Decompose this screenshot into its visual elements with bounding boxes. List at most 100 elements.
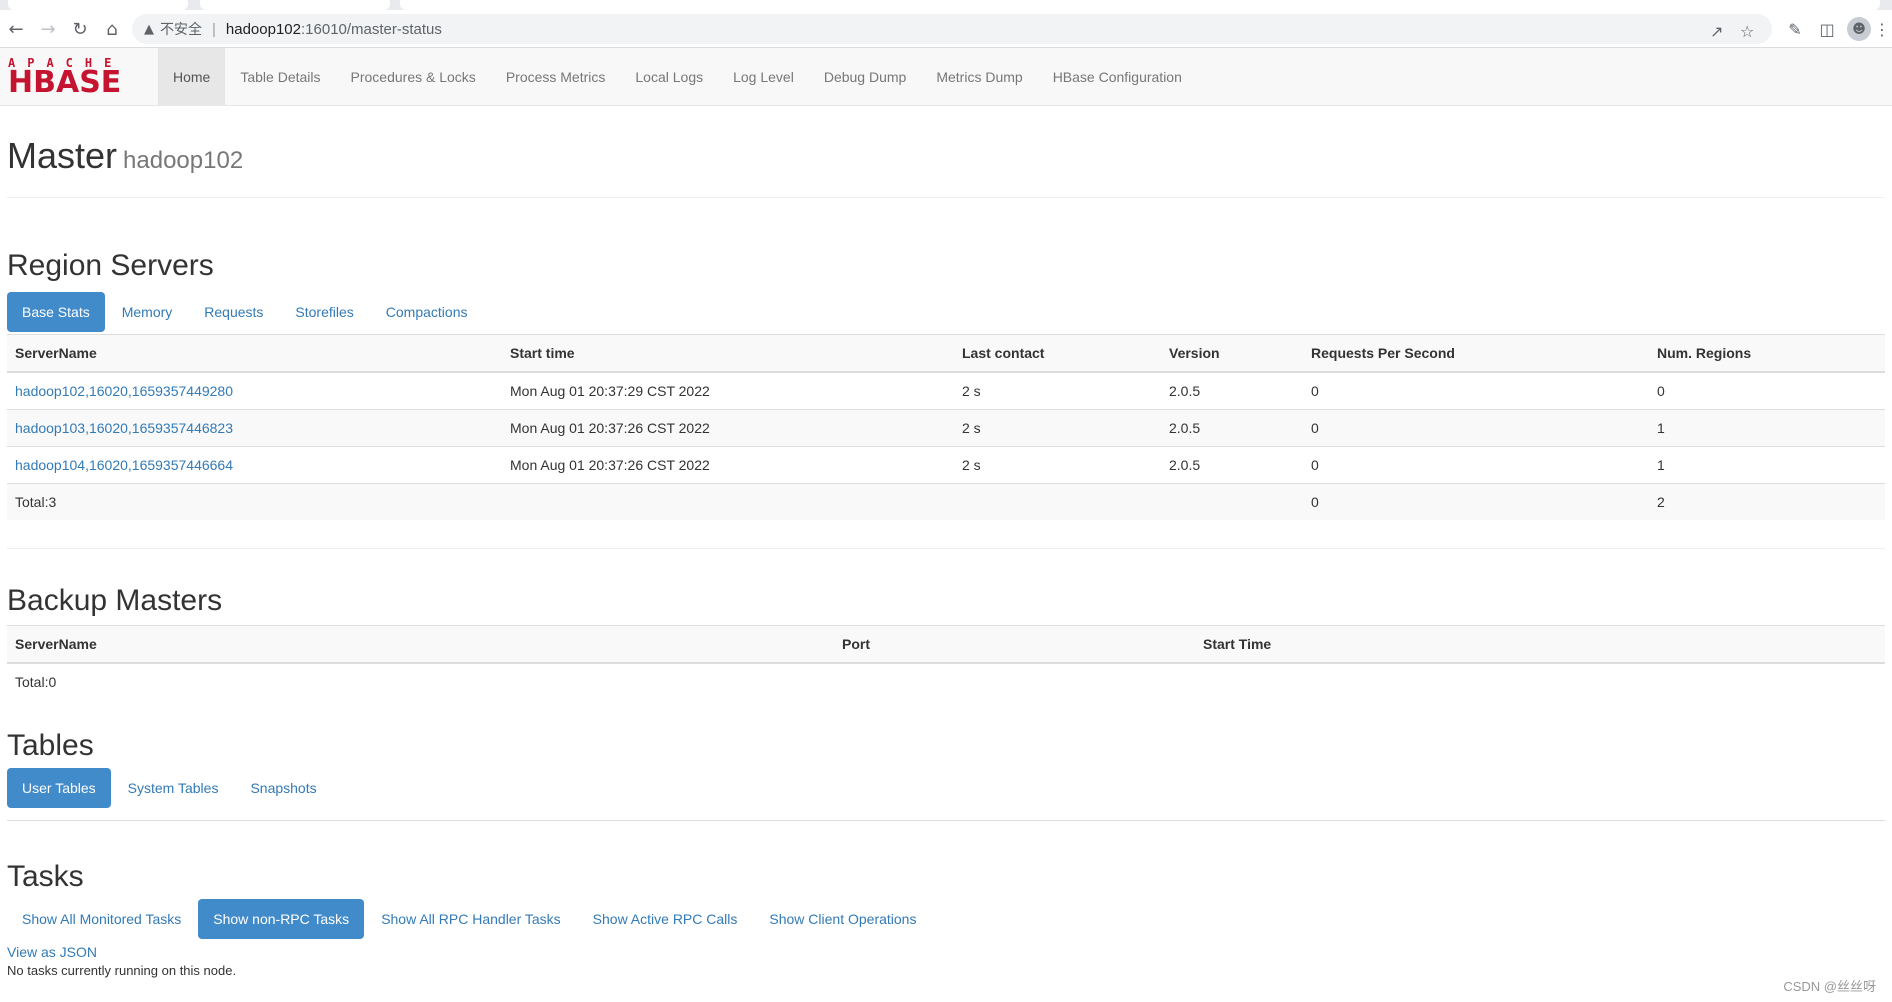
column-header: Requests Per Second (1303, 334, 1649, 373)
reload-icon[interactable]: ↻ (68, 17, 92, 41)
security-label: 不安全 (160, 22, 202, 38)
navbar-links: Home Table Details Procedures & Locks Pr… (158, 48, 1197, 106)
page-title-text: Master (7, 135, 118, 176)
table-row: hadoop103,16020,1659357446823 Mon Aug 01… (7, 409, 1885, 447)
table-cell: 1 (1649, 409, 1885, 447)
tab-snapshots[interactable]: Snapshots (235, 768, 331, 808)
tab-requests[interactable]: Requests (189, 292, 278, 332)
backup-masters-table: ServerName Port Start Time Total:0 (7, 625, 1885, 700)
tab-non-rpc-tasks[interactable]: Show non-RPC Tasks (198, 899, 365, 939)
table-cell: 0 (1303, 409, 1649, 447)
back-arrow-icon[interactable]: ← (4, 17, 28, 41)
view-as-json-link[interactable]: View as JSON (7, 944, 97, 960)
total-requests: 0 (1303, 483, 1649, 520)
tab-memory[interactable]: Memory (107, 292, 188, 332)
column-header: ServerName (7, 625, 834, 664)
hbase-logo[interactable]: APACHE HBASE (8, 56, 146, 100)
tables-heading: Tables (7, 729, 94, 762)
share-icon[interactable]: ↗ (1710, 22, 1723, 41)
tab-system-tables[interactable]: System Tables (113, 768, 234, 808)
view-json-row: View as JSON (7, 943, 1885, 961)
column-header: Num. Regions (1649, 334, 1885, 373)
address-bar[interactable]: ▲ 不安全 | hadoop102:16010/master-status ↗ … (132, 14, 1772, 44)
browser-toolbar: ← → ↻ ⌂ ▲ 不安全 | hadoop102:16010/master-s… (0, 10, 1892, 48)
tab-compactions[interactable]: Compactions (371, 292, 483, 332)
nav-table-details[interactable]: Table Details (225, 48, 335, 106)
table-header-row: ServerName Start time Last contact Versi… (7, 334, 1885, 373)
warning-icon: ▲ (144, 21, 154, 37)
table-row: hadoop102,16020,1659357449280 Mon Aug 01… (7, 371, 1885, 410)
region-servers-heading: Region Servers (7, 249, 214, 282)
tasks-status-text: No tasks currently running on this node. (7, 963, 237, 978)
tables-section: Tables User Tables System Tables Snapsho… (7, 728, 1885, 821)
nav-process-metrics[interactable]: Process Metrics (491, 48, 621, 106)
table-header-row: ServerName Port Start Time (7, 625, 1885, 664)
page-header: Master hadoop102 (7, 106, 1885, 198)
table-row: hadoop104,16020,1659357446664 Mon Aug 01… (7, 446, 1885, 484)
column-header: Start Time (1195, 625, 1885, 664)
column-header: Port (834, 625, 1195, 664)
server-link[interactable]: hadoop104,16020,1659357446664 (15, 457, 233, 473)
nav-home[interactable]: Home (158, 48, 226, 106)
table-total-row: Total:3 0 2 (7, 483, 1885, 520)
url-path: :16010/master-status (301, 20, 442, 38)
table-cell: 2 s (954, 371, 1161, 410)
total-regions: 2 (1649, 483, 1885, 520)
table-cell: 0 (1303, 371, 1649, 410)
tab-storefiles[interactable]: Storefiles (280, 292, 368, 332)
nav-metrics-dump[interactable]: Metrics Dump (921, 48, 1037, 106)
tab-all-monitored-tasks[interactable]: Show All Monitored Tasks (7, 899, 196, 939)
nav-debug-dump[interactable]: Debug Dump (809, 48, 922, 106)
forward-arrow-icon[interactable]: → (36, 17, 60, 41)
column-header: Last contact (954, 334, 1161, 373)
menu-dots-icon[interactable]: ⋮ (1872, 17, 1892, 41)
column-header: Version (1161, 334, 1303, 373)
table-cell: Mon Aug 01 20:37:26 CST 2022 (502, 409, 954, 447)
backup-masters-heading: Backup Masters (7, 584, 223, 617)
tables-tabs: User Tables System Tables Snapshots (7, 768, 1885, 821)
table-cell: 2.0.5 (1161, 446, 1303, 484)
table-total-row: Total:0 (7, 663, 1885, 700)
url-separator: | (212, 20, 216, 38)
logo-hbase-text: HBASE (8, 65, 122, 100)
tab-client-operations[interactable]: Show Client Operations (754, 899, 931, 939)
backup-masters-section: Backup Masters ServerName Port Start Tim… (7, 583, 1885, 700)
server-link[interactable]: hadoop102,16020,1659357449280 (15, 383, 233, 399)
watermark: CSDN @丝丝呀 (1783, 979, 1876, 994)
nav-log-level[interactable]: Log Level (718, 48, 809, 106)
total-label: Total:0 (15, 674, 57, 690)
browser-tab-active[interactable] (200, 0, 390, 10)
browser-tab-inactive[interactable] (8, 0, 188, 10)
browser-tab-inactive[interactable] (400, 0, 1880, 10)
page-subtitle: hadoop102 (123, 147, 244, 174)
extensions-icon[interactable]: ✎ (1783, 17, 1807, 41)
region-servers-table: ServerName Start time Last contact Versi… (7, 334, 1885, 520)
table-cell: Mon Aug 01 20:37:26 CST 2022 (502, 446, 954, 484)
side-panel-icon[interactable]: ◫ (1815, 17, 1839, 41)
region-servers-section: Region Servers Base Stats Memory Request… (7, 248, 1885, 520)
nav-local-logs[interactable]: Local Logs (620, 48, 718, 106)
server-link[interactable]: hadoop103,16020,1659357446823 (15, 420, 233, 436)
tab-active-rpc-calls[interactable]: Show Active RPC Calls (578, 899, 753, 939)
total-label: Total:3 (7, 483, 502, 520)
tab-rpc-handler-tasks[interactable]: Show All RPC Handler Tasks (366, 899, 575, 939)
tab-base-stats[interactable]: Base Stats (7, 292, 105, 332)
browser-tabstrip (0, 0, 1892, 10)
hbase-navbar: APACHE HBASE Home Table Details Procedur… (0, 48, 1892, 106)
tasks-section: Tasks Show All Monitored Tasks Show non-… (7, 859, 1885, 981)
nav-hbase-configuration[interactable]: HBase Configuration (1038, 48, 1197, 106)
profile-avatar-icon[interactable]: ☻ (1847, 17, 1871, 41)
bookmark-star-icon[interactable]: ☆ (1740, 22, 1754, 41)
main-content: Master hadoop102 Region Servers Base Stat… (7, 106, 1885, 981)
region-servers-tabs: Base Stats Memory Requests Storefiles Co… (7, 292, 1885, 332)
table-cell: 0 (1303, 446, 1649, 484)
url-host: hadoop102 (225, 20, 301, 38)
column-header: Start time (502, 334, 954, 373)
tab-user-tables[interactable]: User Tables (7, 768, 111, 808)
table-cell: 2 s (954, 409, 1161, 447)
column-header: ServerName (7, 334, 502, 373)
divider (7, 548, 1885, 549)
home-icon[interactable]: ⌂ (100, 17, 124, 41)
nav-procedures-locks[interactable]: Procedures & Locks (336, 48, 491, 106)
page-title: Master hadoop102 (7, 136, 1885, 181)
